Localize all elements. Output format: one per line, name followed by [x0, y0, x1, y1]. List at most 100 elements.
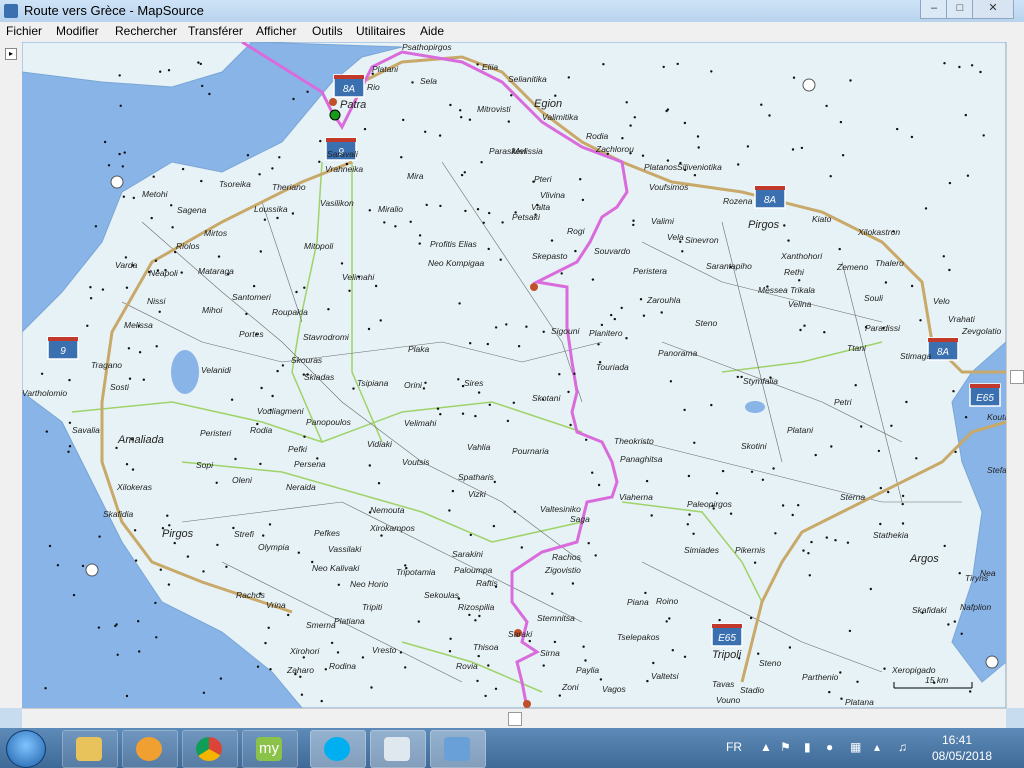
menu-fichier[interactable]: Fichier: [6, 24, 42, 38]
village-dot: [783, 224, 786, 227]
village-dot: [828, 690, 831, 694]
explorer-app-icon[interactable]: [62, 730, 118, 768]
place-label: Zarouhla: [646, 295, 681, 305]
media-player-app-icon[interactable]: [122, 730, 178, 768]
village-dot: [461, 412, 465, 415]
menu-aide[interactable]: Aide: [420, 24, 444, 38]
place-label: Pefki: [288, 444, 308, 454]
place-label: Saravali: [327, 149, 359, 159]
city-icon: [802, 78, 816, 92]
village-dot: [171, 226, 174, 229]
village-dot: [943, 62, 946, 65]
battery-icon[interactable]: ▮: [804, 740, 811, 754]
menu-afficher[interactable]: Afficher: [256, 24, 296, 38]
mapsource-app-icon[interactable]: [430, 730, 486, 768]
excel-tray-icon[interactable]: ▦: [850, 740, 861, 754]
place-label: Sopi: [196, 460, 214, 470]
land-area-north: [22, 42, 253, 88]
village-dot: [131, 468, 135, 471]
menu-outils[interactable]: Outils: [312, 24, 343, 38]
show-hidden-icons-icon[interactable]: ▲: [760, 740, 772, 754]
myapp-app-icon[interactable]: my: [242, 730, 298, 768]
place-label: Stimaga: [900, 351, 931, 361]
place-label: Raftis: [476, 578, 498, 588]
village-dot: [877, 449, 881, 453]
tray-app-icon[interactable]: ●: [826, 740, 833, 754]
village-dot: [167, 583, 171, 586]
village-dot: [958, 65, 961, 69]
village-dot: [856, 680, 859, 683]
village-dot: [138, 351, 142, 354]
village-dot: [792, 76, 796, 79]
menu-modifier[interactable]: Modifier: [56, 24, 99, 38]
place-label: Roino: [656, 596, 678, 606]
network-icon[interactable]: ▴: [874, 740, 880, 754]
vertical-scrollbar[interactable]: [1006, 42, 1024, 708]
place-label: Peristeri: [200, 428, 232, 438]
village-dot: [291, 212, 295, 215]
place-label: Rozena: [723, 196, 753, 206]
place-label: Rio: [367, 82, 380, 92]
village-dot: [585, 438, 588, 441]
place-label: Olympia: [258, 542, 289, 552]
village-dot: [869, 587, 872, 591]
clock-date[interactable]: 08/05/2018: [932, 749, 992, 763]
lake: [745, 401, 765, 413]
flag-icon[interactable]: ⚑: [780, 740, 791, 754]
village-dot: [256, 665, 260, 668]
menu-transferer[interactable]: Transférer: [188, 24, 243, 38]
village-dot: [952, 390, 955, 393]
village-dot: [602, 63, 605, 66]
village-dot: [948, 181, 952, 185]
village-dot: [633, 116, 636, 119]
village-dot: [597, 483, 601, 487]
document-app-icon[interactable]: [370, 730, 426, 768]
village-dot: [581, 198, 585, 202]
place-label: Panopoulos: [306, 417, 352, 427]
village-dot: [262, 534, 265, 537]
volume-icon[interactable]: ♫: [898, 740, 907, 754]
village-dot: [107, 164, 111, 167]
village-dot: [155, 345, 158, 348]
village-dot: [542, 664, 545, 667]
map-canvas[interactable]: 8A98A9 8AE65E65 PsathopirgosPlataniSelaPa…: [22, 42, 1006, 708]
village-dot: [883, 667, 886, 670]
place-label: Selianitika: [508, 74, 547, 84]
start-button[interactable]: [6, 730, 46, 768]
place-label: Rovia: [456, 661, 478, 671]
village-dot: [128, 377, 132, 380]
chrome-app-icon[interactable]: [182, 730, 238, 768]
close-button[interactable]: ✕: [972, 0, 1014, 19]
menu-utilitaires[interactable]: Utilitaires: [356, 24, 405, 38]
place-label: Tragano: [91, 360, 122, 370]
place-label: Melissia: [512, 146, 543, 156]
village-dot: [838, 247, 841, 251]
menu-rechercher[interactable]: Rechercher: [115, 24, 177, 38]
expand-panel-button[interactable]: ▸: [5, 48, 17, 60]
place-label: Orini: [404, 380, 423, 390]
language-indicator[interactable]: FR: [726, 740, 742, 754]
horizontal-scrollbar[interactable]: [22, 708, 1006, 729]
place-label: Zemeno: [836, 262, 868, 272]
horizontal-scroll-thumb[interactable]: [508, 712, 522, 726]
village-dot: [901, 502, 904, 506]
village-dot: [807, 552, 810, 555]
village-dot: [476, 208, 480, 211]
village-dot: [299, 675, 302, 678]
village-dot: [469, 533, 472, 537]
village-dot: [103, 140, 107, 144]
place-label: Patra: [340, 99, 366, 111]
maximize-button[interactable]: □: [946, 0, 974, 19]
village-dot: [150, 216, 153, 220]
clock-time[interactable]: 16:41: [942, 733, 972, 747]
place-label: Melissa: [124, 320, 153, 330]
vertical-scroll-thumb[interactable]: [1010, 370, 1024, 384]
village-dot: [942, 255, 945, 258]
skype-app-icon[interactable]: [310, 730, 366, 768]
minimize-button[interactable]: –: [920, 0, 948, 19]
village-dot: [528, 639, 531, 643]
village-dot: [692, 532, 695, 535]
village-dot: [361, 656, 365, 659]
village-dot: [219, 677, 223, 680]
map-view[interactable]: 8A 9 8A 9 8A E65 E65 Psathopirgos Platani Sela Pa…: [22, 42, 1006, 708]
